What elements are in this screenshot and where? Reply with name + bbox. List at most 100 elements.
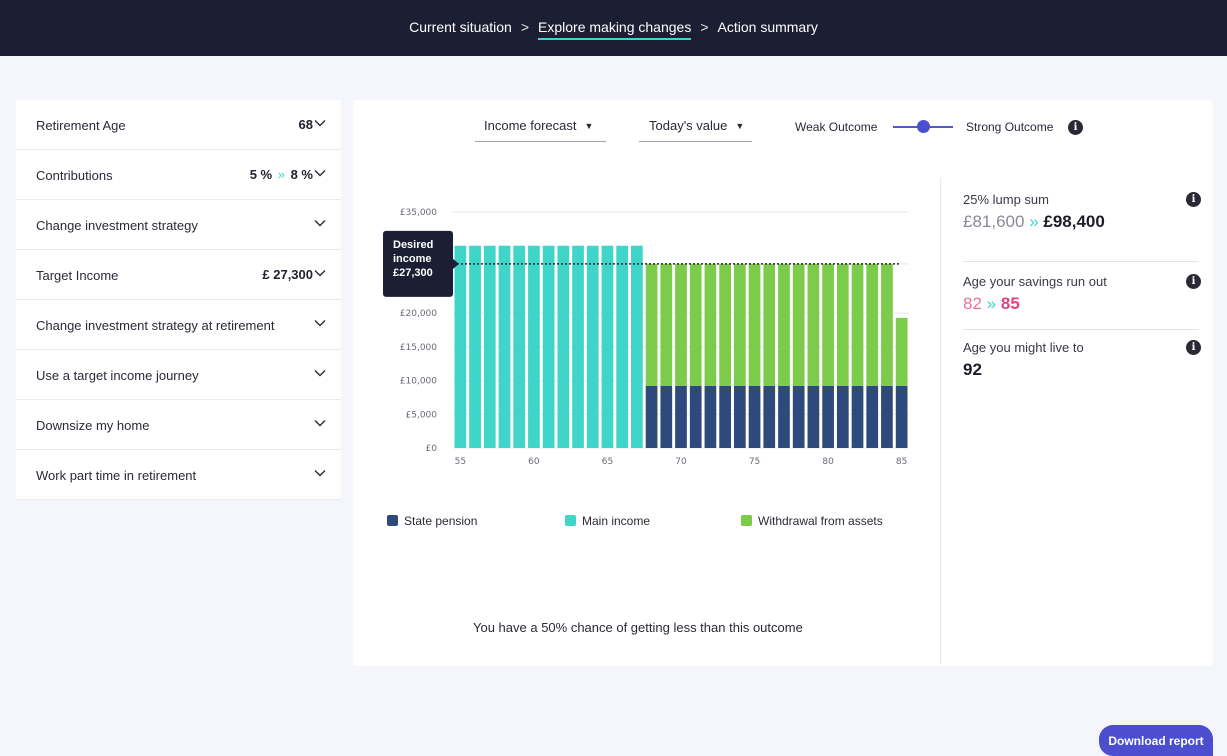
bar-main-income (631, 245, 643, 448)
stat-value: 92 (963, 360, 982, 379)
x-tick-label: 60 (528, 457, 540, 467)
download-report-button[interactable]: Download report (1099, 725, 1213, 756)
x-tick-label: 70 (675, 457, 687, 467)
bar-state-pension (704, 385, 717, 448)
bar-withdrawal-from-assets (733, 263, 746, 386)
legend-main-income: Main income (565, 514, 650, 528)
chevron-down-icon (314, 220, 326, 227)
y-tick-label: £0 (426, 444, 438, 454)
bar-main-income (498, 245, 511, 448)
sidebar-item-retirement-age[interactable]: Retirement Age 68 (16, 100, 341, 150)
bar-withdrawal-from-assets (807, 263, 820, 386)
bar-withdrawal-from-assets (689, 263, 702, 386)
income-forecast-select-value: Income forecast (484, 118, 577, 133)
bar-state-pension (689, 385, 702, 448)
legend-swatch-main-income (565, 515, 576, 526)
breadcrumb-explore-making-changes[interactable]: Explore making changes (538, 19, 692, 40)
y-tick-label: £20,000 (400, 309, 437, 319)
bar-state-pension (645, 385, 658, 448)
bar-main-income (601, 245, 614, 448)
sidebar-item-change-investment-strategy[interactable]: Change investment strategy (16, 200, 341, 250)
bar-withdrawal-from-assets (660, 263, 673, 386)
caret-down-icon: ▼ (735, 121, 745, 131)
sidebar-item-target-income-journey[interactable]: Use a target income journey (16, 350, 341, 400)
bar-withdrawal-from-assets (881, 263, 893, 386)
forecast-panel: Income forecast ▼ Today's value ▼ Weak Out… (353, 100, 1213, 666)
info-icon[interactable]: i (1186, 192, 1201, 207)
bar-state-pension (822, 385, 834, 448)
bar-state-pension (660, 385, 673, 448)
bar-main-income (542, 245, 555, 448)
bar-state-pension (851, 385, 864, 448)
strong-outcome-label: Strong Outcome (966, 120, 1054, 134)
chevron-down-icon (314, 120, 326, 127)
stat-divider (963, 329, 1199, 330)
income-forecast-chart: £0 £5,000 £10,000 £15,000 £20,000 £35,000 55 60… (383, 208, 909, 467)
bar-withdrawal-from-assets (851, 263, 864, 386)
stat-lump-sum: 25% lump sum £81,600 » £98,400 i (963, 192, 1201, 232)
legend-swatch-withdrawal (741, 515, 752, 526)
weak-outcome-label: Weak Outcome (795, 120, 878, 134)
bar-state-pension (733, 385, 746, 448)
contributions-value: 5 % » 8 % (250, 167, 313, 182)
bar-main-income (616, 245, 629, 448)
bar-state-pension (719, 385, 731, 448)
sidebar-item-contributions[interactable]: Contributions 5 % » 8 % (16, 150, 341, 200)
chevron-down-icon (314, 420, 326, 427)
x-tick-label: 65 (602, 457, 613, 467)
x-tick-label: 55 (455, 457, 466, 467)
chevron-down-icon (314, 470, 326, 477)
bar-main-income (572, 245, 584, 448)
sidebar-item-label: Contributions (36, 168, 113, 183)
bar-state-pension (881, 385, 893, 448)
x-tick-label: 85 (896, 457, 907, 467)
breadcrumb-separator: > (520, 19, 530, 35)
bar-main-income (483, 245, 496, 448)
value-basis-select[interactable]: Today's value ▼ (639, 118, 752, 142)
sidebar-item-label: Change investment strategy (36, 218, 198, 233)
sidebar-item-label: Work part time in retirement (36, 468, 197, 483)
breadcrumb: Current situation > Explore making changes… (0, 19, 1227, 40)
top-navigation-bar: Current situation > Explore making changes… (0, 0, 1227, 56)
run-out-from: 82 (963, 294, 982, 313)
bar-withdrawal-from-assets (675, 263, 687, 386)
sidebar-item-target-income[interactable]: Target Income £ 27,300 (16, 250, 341, 300)
bar-withdrawal-from-assets (704, 263, 717, 386)
outcome-slider-handle[interactable] (917, 120, 930, 133)
chevron-down-icon (314, 170, 326, 177)
bar-state-pension (675, 385, 687, 448)
bar-withdrawal-from-assets (792, 263, 805, 386)
change-arrows-icon: » (986, 294, 997, 313)
breadcrumb-action-summary[interactable]: Action summary (718, 19, 818, 35)
bar-state-pension (895, 385, 908, 448)
sidebar-item-label: Change investment strategy at retirement (36, 318, 275, 333)
chevron-down-icon (314, 320, 326, 327)
income-forecast-select[interactable]: Income forecast ▼ (475, 118, 606, 142)
tooltip-text: Desired (393, 239, 433, 251)
caret-down-icon: ▼ (584, 121, 594, 131)
info-icon[interactable]: i (1068, 120, 1083, 135)
bar-withdrawal-from-assets (763, 263, 776, 386)
legend-label: Main income (582, 514, 651, 528)
bar-main-income (454, 245, 467, 448)
bar-withdrawal-from-assets (836, 263, 849, 386)
contributions-to: 8 % (290, 167, 313, 182)
stat-savings-run-out: Age your savings run out 82 » 85 i (963, 274, 1201, 314)
breadcrumb-current-situation[interactable]: Current situation (409, 19, 512, 35)
outcome-slider[interactable] (893, 120, 953, 134)
sidebar-item-change-strategy-at-retirement[interactable]: Change investment strategy at retirement (16, 300, 341, 350)
y-tick-label: £10,000 (400, 377, 437, 387)
bar-withdrawal-from-assets (778, 263, 790, 386)
contributions-from: 5 % (249, 167, 273, 182)
stat-title: 25% lump sum (963, 192, 1049, 207)
info-icon[interactable]: i (1186, 340, 1201, 355)
stat-value: £81,600 » £98,400 (963, 212, 1201, 232)
sidebar-item-downsize-home[interactable]: Downsize my home (16, 400, 341, 450)
info-icon[interactable]: i (1186, 274, 1201, 289)
bar-state-pension (792, 385, 805, 448)
lump-sum-to: £98,400 (1043, 212, 1105, 231)
panel-divider (940, 178, 941, 664)
value-basis-select-value: Today's value (649, 118, 728, 133)
stat-title: Age your savings run out (963, 274, 1107, 289)
sidebar-item-work-part-time[interactable]: Work part time in retirement (16, 450, 341, 500)
